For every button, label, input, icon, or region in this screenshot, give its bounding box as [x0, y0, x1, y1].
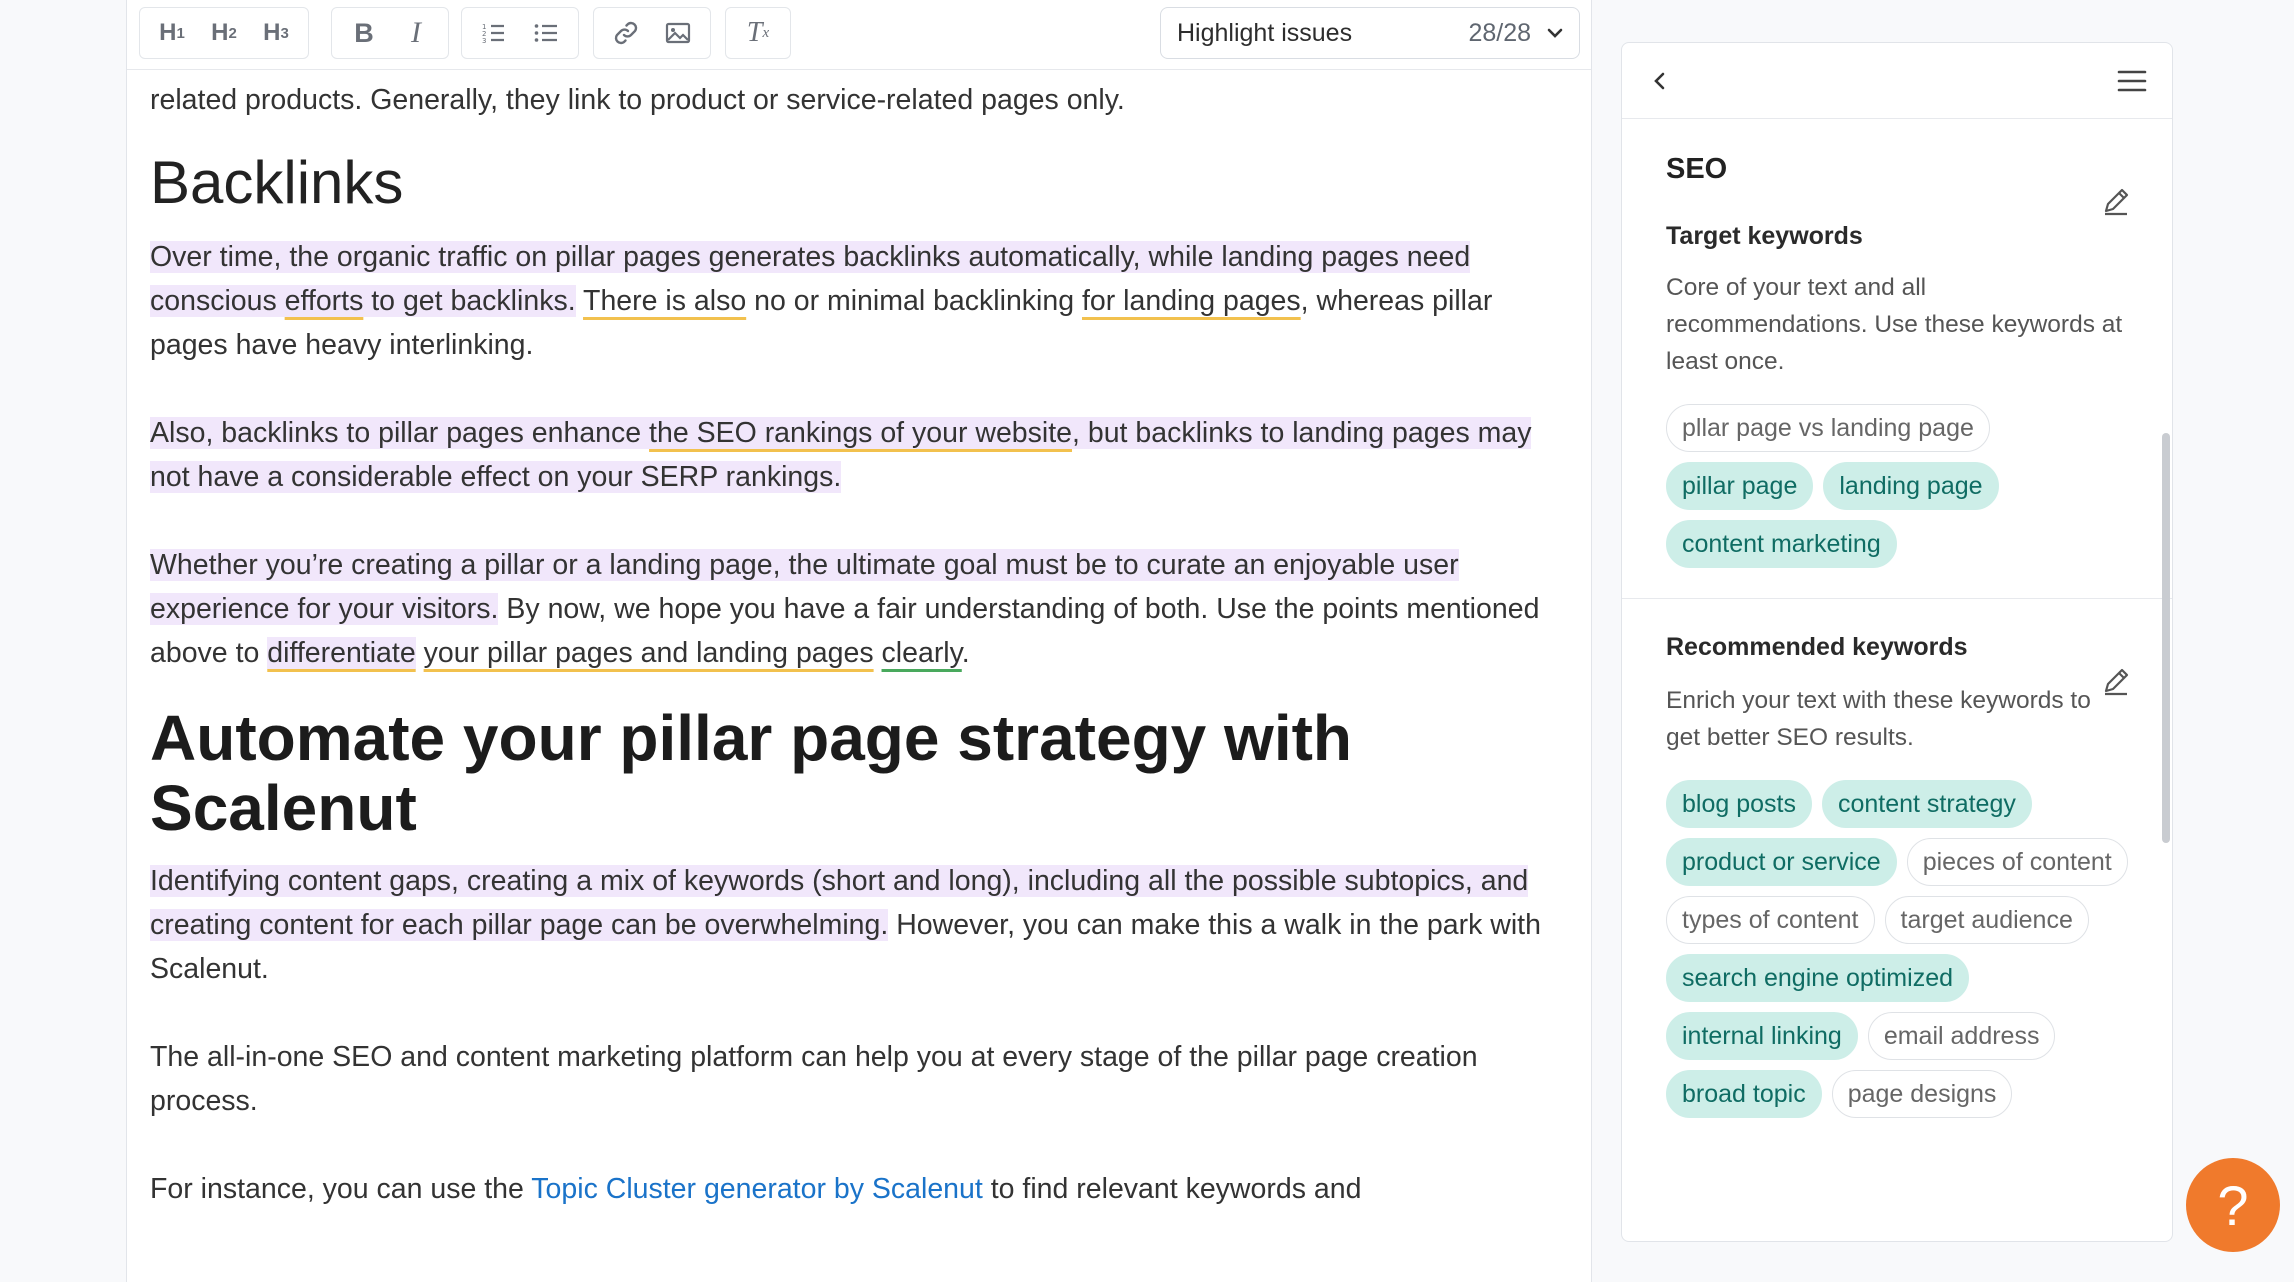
section-divider	[1622, 598, 2172, 599]
pencil-icon[interactable]	[2100, 665, 2132, 697]
highlight-issues-dropdown[interactable]: Highlight issues 28/28	[1160, 7, 1580, 59]
image-button[interactable]	[652, 12, 704, 54]
editor: H1 H2 H3 B I 123 Tx Highlight issues 28/…	[126, 0, 1592, 1282]
keyword-chip[interactable]: content strategy	[1821, 780, 2032, 828]
heading-automate: Automate your pillar page strategy with …	[150, 702, 1352, 844]
document-body[interactable]: related products. Generally, they link t…	[150, 78, 1570, 1211]
target-keywords-title: Target keywords	[1666, 222, 1863, 250]
clear-format-button[interactable]: Tx	[732, 12, 784, 54]
paragraph: The all-in-one SEO and content marketing…	[150, 1041, 1478, 1117]
hamburger-menu-icon[interactable]	[2116, 67, 2148, 95]
panel-scrollbar[interactable]	[2162, 433, 2170, 843]
bold-button[interactable]: B	[338, 12, 390, 54]
insert-group	[593, 7, 711, 59]
keyword-chip[interactable]: pillar page	[1666, 462, 1814, 510]
keyword-chip[interactable]: pieces of content	[1906, 838, 2128, 886]
highlight-issues-label: Highlight issues	[1177, 18, 1353, 47]
italic-button[interactable]: I	[390, 12, 442, 54]
keyword-chip[interactable]: internal linking	[1666, 1012, 1858, 1060]
paragraph: related products. Generally, they link t…	[150, 84, 1125, 116]
keyword-chip[interactable]: target audience	[1884, 896, 2089, 944]
issues-count: 28/28	[1468, 18, 1531, 47]
keyword-chip[interactable]: page designs	[1831, 1070, 2013, 1118]
keyword-chip[interactable]: broad topic	[1666, 1070, 1822, 1118]
paragraph: Also, backlinks to pillar pages enhance …	[150, 417, 1532, 493]
keyword-chip[interactable]: pllar page vs landing page	[1666, 404, 1990, 452]
keyword-chip[interactable]: types of content	[1666, 896, 1875, 944]
keyword-chip[interactable]: email address	[1867, 1012, 2056, 1060]
help-button[interactable]: ?	[2186, 1158, 2280, 1252]
heading-3-button[interactable]: H3	[250, 12, 302, 54]
formatting-toolbar: H1 H2 H3 B I 123 Tx Highlight issues 28/…	[127, 0, 1591, 70]
style-group: B I	[331, 7, 449, 59]
target-keywords-list: pllar page vs landing page pillar page lan…	[1666, 404, 2128, 568]
keyword-chip[interactable]: landing page	[1823, 462, 1999, 510]
chevron-left-icon[interactable]	[1646, 67, 1674, 95]
list-group: 123	[461, 7, 579, 59]
recommended-keywords-title: Recommended keywords	[1666, 633, 1968, 661]
recommended-keywords-list: blog posts content strategy product or ser…	[1666, 780, 2128, 1118]
paragraph: For instance, you can use the Topic Clus…	[150, 1173, 1362, 1205]
bullet-list-icon	[534, 24, 557, 42]
ordered-list-icon: 123	[482, 23, 504, 45]
keyword-chip[interactable]: content marketing	[1666, 520, 1897, 568]
paragraph: Over time, the organic traffic on pillar…	[150, 241, 1493, 361]
panel-header	[1622, 43, 2172, 119]
keyword-chip[interactable]: product or service	[1666, 838, 1897, 886]
heading-1-button[interactable]: H1	[146, 12, 198, 54]
link-icon	[614, 21, 638, 45]
paragraph: Whether you’re creating a pillar or a la…	[150, 549, 1540, 669]
keyword-chip[interactable]: blog posts	[1666, 780, 1812, 828]
seo-title: SEO	[1666, 153, 1728, 185]
image-icon	[665, 22, 691, 44]
bullet-list-button[interactable]	[520, 12, 572, 54]
topic-cluster-link[interactable]: Topic Cluster generator by Scalenut	[531, 1173, 983, 1205]
target-keywords-description: Core of your text and all recommendation…	[1666, 274, 2123, 375]
seo-panel: SEO Target keywords Core of your text an…	[1621, 42, 2173, 1242]
clear-group: Tx	[725, 7, 791, 59]
recommended-section: Recommended keywords Enrich your text wi…	[1622, 633, 2172, 1118]
heading-2-button[interactable]: H2	[198, 12, 250, 54]
ordered-list-button[interactable]: 123	[468, 12, 520, 54]
pencil-icon[interactable]	[2100, 185, 2132, 217]
seo-section: SEO Target keywords Core of your text an…	[1622, 153, 2172, 568]
paragraph: Identifying content gaps, creating a mix…	[150, 865, 1541, 985]
svg-text:3: 3	[482, 37, 486, 45]
link-button[interactable]	[600, 12, 652, 54]
heading-backlinks: Backlinks	[150, 149, 404, 216]
chevron-down-icon	[1547, 28, 1563, 38]
keyword-chip[interactable]: search engine optimized	[1666, 954, 1969, 1002]
heading-group: H1 H2 H3	[139, 7, 309, 59]
recommended-keywords-description: Enrich your text with these keywords to …	[1666, 687, 2091, 751]
